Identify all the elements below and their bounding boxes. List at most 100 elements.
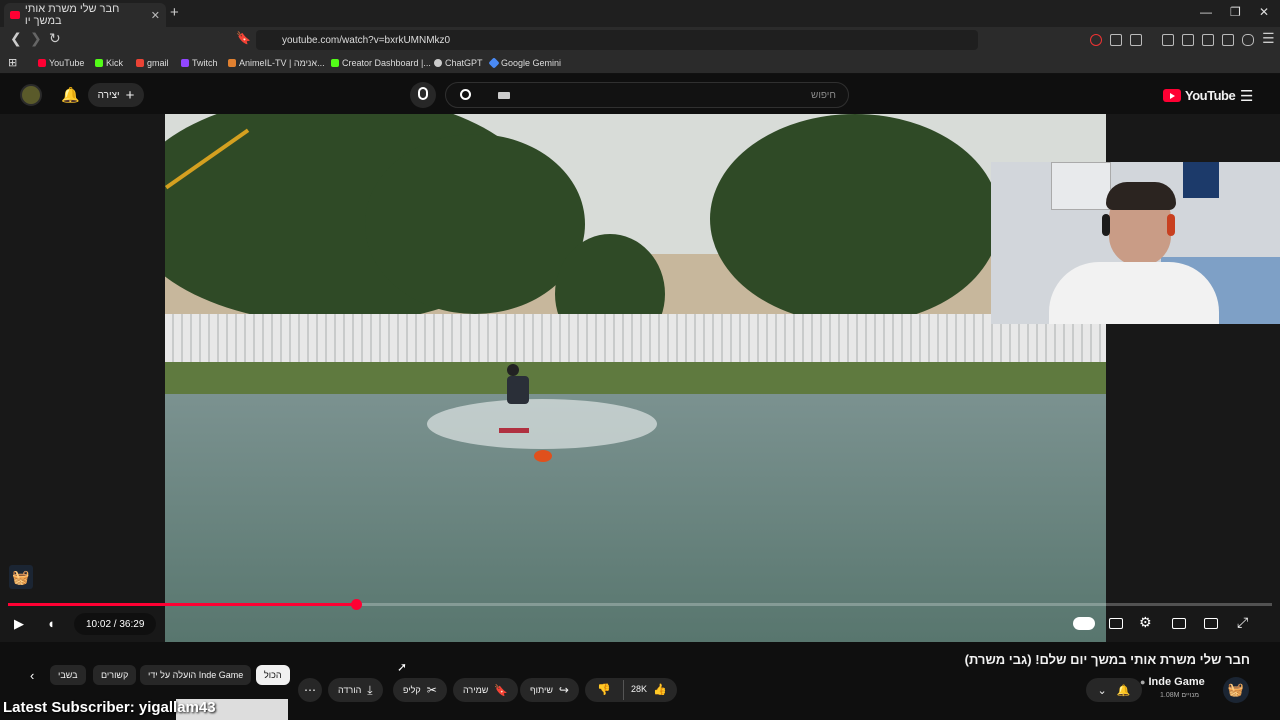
record-icon[interactable] xyxy=(1090,34,1102,46)
save-bookmark-icon: 🔖 xyxy=(494,684,509,697)
chip-recent[interactable]: בשבי xyxy=(50,665,86,685)
youtube-favicon-icon xyxy=(10,11,20,19)
dislike-icon[interactable]: 👎 xyxy=(597,683,611,696)
menu-icon[interactable]: ☰ xyxy=(1262,30,1275,47)
youtube-logo[interactable]: YouTube xyxy=(1163,88,1236,103)
bookmark-kick[interactable]: Kick xyxy=(95,58,123,68)
volume-icon[interactable]: ◖ xyxy=(47,616,55,631)
subtitles-icon[interactable] xyxy=(1109,618,1123,629)
webcam-person-hair xyxy=(1106,182,1176,210)
guide-menu-icon[interactable]: ☰ xyxy=(1240,87,1253,105)
miniplayer-icon[interactable] xyxy=(1172,618,1186,629)
bookmark-youtube[interactable]: YouTube xyxy=(38,58,84,68)
tab-close-icon[interactable]: ✕ xyxy=(151,9,160,22)
chatgpt-icon xyxy=(434,59,442,67)
chip-related[interactable]: קשורים xyxy=(93,665,137,685)
save-button[interactable]: שמירה 🔖 xyxy=(453,678,519,702)
animeil-icon xyxy=(228,59,236,67)
close-window-button[interactable]: ✕ xyxy=(1259,5,1269,19)
fullscreen-icon[interactable]: ⤢ xyxy=(1237,614,1248,631)
webcam-poster xyxy=(1183,162,1219,198)
channel-name-text: Inde Game xyxy=(1148,676,1205,688)
address-toolbar: ❮ ❯ ↻ 🔖 youtube.com/watch?v=bxrkUMNMkz0 … xyxy=(0,27,1280,53)
search-icon[interactable] xyxy=(460,89,471,100)
keyboard-icon[interactable] xyxy=(498,92,510,99)
webcam-person-shirt xyxy=(1049,262,1219,324)
more-actions-button[interactable]: ⋯ xyxy=(298,678,322,702)
like-dislike-group: 👎 28K 👍 xyxy=(585,678,677,702)
apps-grid-icon[interactable]: ⊞ xyxy=(8,56,17,69)
bookmark-gmail[interactable]: gmail xyxy=(136,58,169,68)
plus-icon: + xyxy=(125,86,135,104)
url-field[interactable]: youtube.com/watch?v=bxrkUMNMkz0 xyxy=(256,30,978,50)
progress-bar[interactable] xyxy=(8,599,1272,610)
youtube-icon xyxy=(38,59,46,67)
chip-all[interactable]: הכול xyxy=(256,665,290,685)
url-text: youtube.com/watch?v=bxrkUMNMkz0 xyxy=(282,34,451,46)
chips-prev-icon[interactable]: ‹ xyxy=(30,668,34,683)
clip-button[interactable]: קליפ ✂ xyxy=(393,678,447,702)
bookmark-chatgpt[interactable]: ChatGPT xyxy=(434,58,483,68)
bookmark-gemini[interactable]: Google Gemini xyxy=(488,57,561,69)
progress-scrubber[interactable] xyxy=(350,599,362,610)
youtube-logo-text: YouTube xyxy=(1185,88,1236,103)
settings-gear-icon[interactable]: ⚙ xyxy=(1139,614,1152,631)
basket-icon: 🧺 xyxy=(1227,682,1245,697)
verified-icon: ● xyxy=(1140,677,1146,687)
reload-icon[interactable]: ↻ xyxy=(49,30,61,47)
create-button[interactable]: יצירה + xyxy=(88,83,144,107)
video-player[interactable]: 🧺 ▶ ◖ 10:02 / 36:29 ⚙ ⤢ xyxy=(0,114,1280,642)
chevron-down-icon: ⌄ xyxy=(1097,684,1107,697)
browser-tab[interactable]: חבר שלי משרת אותי במשך יו ✕ xyxy=(4,3,166,27)
gmail-icon xyxy=(136,59,144,67)
kick-icon xyxy=(95,59,103,67)
shield-icon[interactable] xyxy=(1242,34,1254,46)
like-icon[interactable]: 👍 xyxy=(653,683,667,696)
time-text: 10:02 / 36:29 xyxy=(86,618,145,630)
cast-icon[interactable] xyxy=(1204,618,1218,629)
screenshot-icon[interactable] xyxy=(1130,34,1142,46)
chip-uploaded-by[interactable]: הועלה על ידי Inde Game xyxy=(140,665,252,685)
kick-icon xyxy=(331,59,339,67)
like-count[interactable]: 28K xyxy=(631,684,647,694)
bookmark-twitch[interactable]: Twitch xyxy=(181,58,218,68)
video-buoy xyxy=(534,450,552,462)
ai-icon[interactable] xyxy=(1222,34,1234,46)
voice-search-button[interactable] xyxy=(410,82,436,108)
maximize-button[interactable]: ❐ xyxy=(1230,5,1241,19)
channel-avatar[interactable]: 🧺 xyxy=(1223,677,1249,703)
wallet-icon[interactable] xyxy=(1202,34,1214,46)
tab-title: חבר שלי משרת אותי במשך יו xyxy=(24,3,120,27)
download-button[interactable]: הורדה ⤓ xyxy=(328,678,383,702)
browser-tab-bar: חבר שלי משרת אותי במשך יו ✕ + — ❐ ✕ xyxy=(0,0,1280,27)
notifications-bell-icon[interactable]: 🔔 xyxy=(61,86,80,104)
download-label: הורדה xyxy=(338,685,362,695)
bookmarks-bar: ⊞ YouTube Kick gmail Twitch AnimeIL-TV |… xyxy=(0,53,1280,74)
subscribed-button[interactable]: ⌄ 🔔 xyxy=(1086,678,1142,702)
autoplay-toggle[interactable] xyxy=(1073,617,1095,630)
search-placeholder: חיפוש xyxy=(811,89,836,101)
share-button[interactable]: שיתוף ↪ xyxy=(520,678,579,702)
sidebar-icon[interactable] xyxy=(1182,34,1194,46)
video-fence xyxy=(165,314,1106,366)
new-tab-button[interactable]: + xyxy=(170,4,179,21)
subscriber-count: 1.08M מנויים xyxy=(1160,692,1200,699)
webcam-overlay xyxy=(991,162,1280,324)
back-icon[interactable]: ❮ xyxy=(10,30,22,47)
time-display: 10:02 / 36:29 xyxy=(74,613,157,635)
bookmark-animeil[interactable]: AnimeIL-TV | אנימה... xyxy=(228,58,325,68)
avatar[interactable] xyxy=(20,84,42,106)
minimize-button[interactable]: — xyxy=(1200,5,1212,19)
search-input[interactable]: חיפוש xyxy=(445,82,849,108)
membership-basket-icon[interactable]: 🧺 xyxy=(9,565,33,589)
share-icon: ↪ xyxy=(558,683,569,697)
mouse-cursor-icon: ➚ xyxy=(397,660,408,674)
channel-name[interactable]: ● Inde Game xyxy=(1140,676,1205,688)
extensions-icon[interactable] xyxy=(1110,34,1122,46)
bookmark-icon[interactable]: 🔖 xyxy=(236,31,251,45)
webcam-wall-frame xyxy=(1051,162,1111,210)
music-icon[interactable] xyxy=(1162,34,1174,46)
forward-icon[interactable]: ❯ xyxy=(30,30,42,47)
play-icon[interactable]: ▶ xyxy=(14,616,24,632)
bookmark-creator-dashboard[interactable]: Creator Dashboard |... xyxy=(331,58,431,68)
